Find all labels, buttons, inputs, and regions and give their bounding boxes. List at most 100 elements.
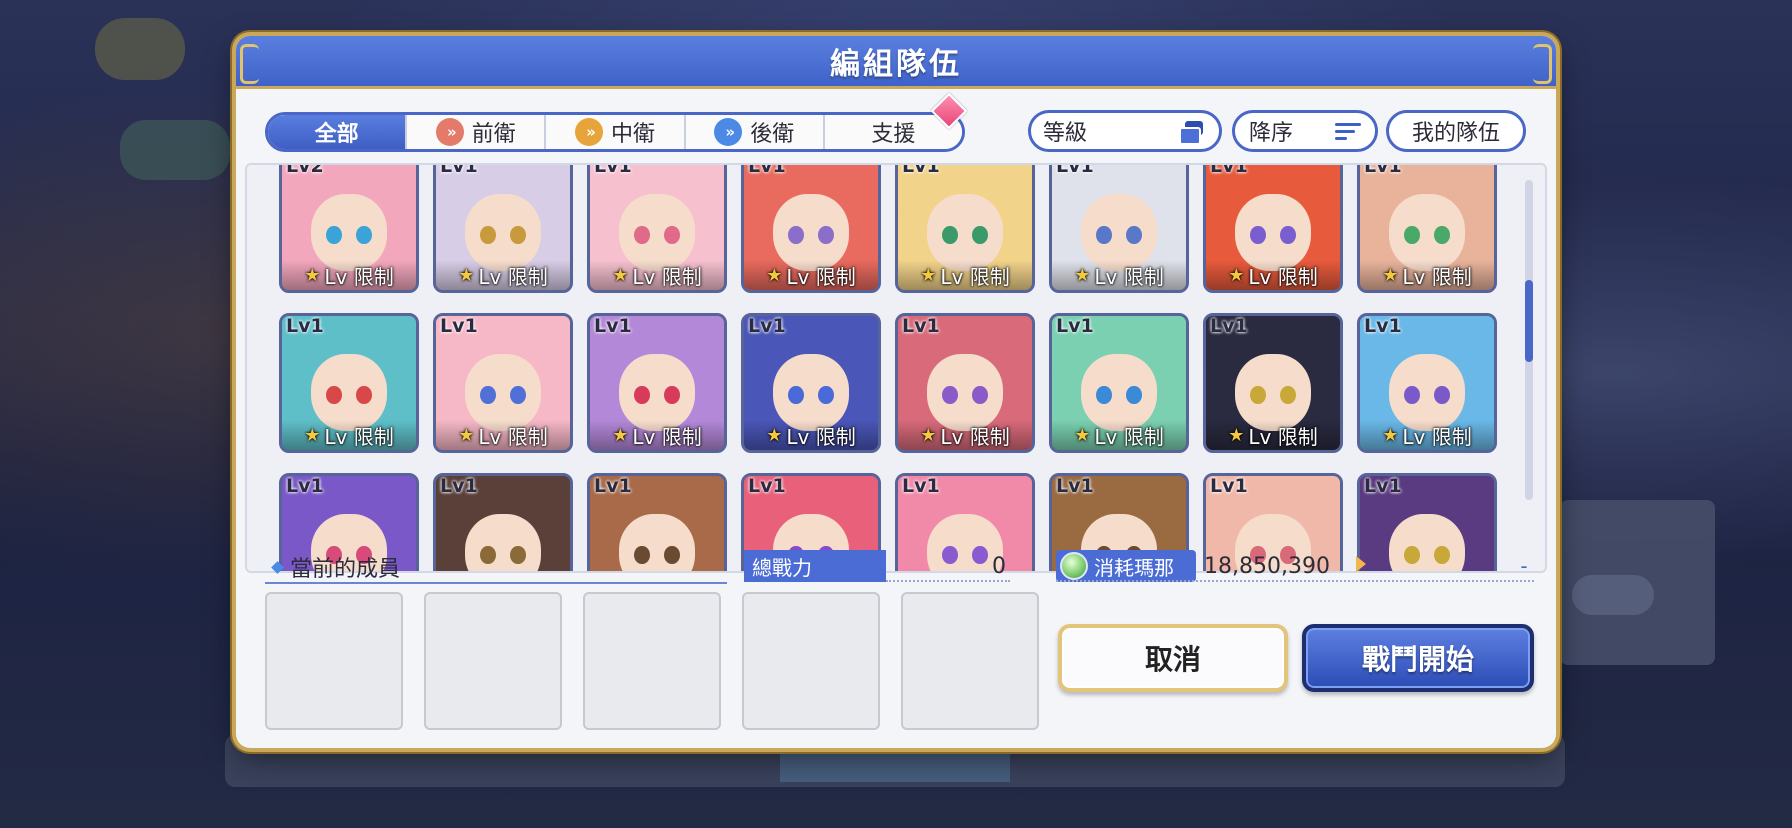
level-limit-banner: ★ Lv 限制 (436, 260, 570, 290)
character-card[interactable]: Lv1 ★ Lv 限制 (1357, 165, 1497, 293)
character-card[interactable]: Lv1 ★ Lv 限制 (895, 165, 1035, 293)
character-card[interactable]: Lv1 ★ Lv 限制 (1049, 163, 1189, 293)
cancel-button[interactable]: 取消 (1058, 624, 1288, 692)
level-limit-text: Lv 限制 (1094, 264, 1164, 289)
dialog-title: 編組隊伍 (830, 47, 962, 82)
character-card[interactable]: Lv1 ★ Lv 限制 (433, 165, 573, 293)
sort-options-icon (1179, 121, 1205, 145)
level-limit-text: Lv 限制 (478, 424, 548, 449)
character-level: Lv1 (594, 163, 632, 177)
portrait-eye (971, 385, 988, 405)
star-icon: ★ (1074, 264, 1091, 286)
sort-descending-icon (1335, 122, 1361, 140)
level-limit-banner: ★ Lv 限制 (1206, 420, 1340, 450)
character-level: Lv1 (1056, 315, 1094, 337)
background-bottom-menu-highlight (780, 742, 1010, 782)
level-limit-banner: ★ Lv 限制 (898, 260, 1032, 290)
tab-back[interactable]: » 後衛 (685, 115, 825, 149)
character-card[interactable]: Lv1 ★ Lv 限制 (587, 163, 727, 293)
level-limit-text: Lv 限制 (632, 264, 702, 289)
character-level: Lv1 (748, 475, 786, 497)
character-card[interactable]: Lv2 ★ Lv 限制 (279, 163, 419, 293)
star-icon: ★ (920, 424, 937, 446)
character-card[interactable]: Lv1 ★ Lv 限制 (741, 313, 881, 453)
character-level: Lv1 (1210, 475, 1248, 497)
mana-cost-label-box: 消耗瑪那 (1056, 550, 1196, 582)
character-level: Lv2 (286, 163, 324, 177)
front-position-icon: » (435, 118, 464, 146)
corner-ornament-left (240, 44, 259, 84)
level-limit-text: Lv 限制 (324, 264, 394, 289)
team-formation-dialog: 編組隊伍 全部 » 前衛 » 中衛 » 後衛 支援 等級 降序 我的隊伍 Lv2… (236, 36, 1556, 748)
portrait-eye (663, 225, 680, 245)
tab-middle-label: 中衛 (611, 122, 656, 147)
level-limit-text: Lv 限制 (632, 424, 702, 449)
sort-by-label: 等級 (1043, 121, 1088, 146)
character-card[interactable]: Lv1 ★ Lv 限制 (279, 313, 419, 453)
character-card[interactable]: Lv1 ★ Lv 限制 (1203, 163, 1343, 293)
member-slot-1[interactable] (265, 592, 403, 730)
cancel-button-label: 取消 (1144, 643, 1201, 676)
level-limit-banner: ★ Lv 限制 (282, 260, 416, 290)
character-list[interactable]: Lv2 ★ Lv 限制 Lv1 ★ Lv 限制 Lv1 ★ Lv 限制 Lv1 ★ Lv 限制 Lv1 ★… (245, 163, 1547, 573)
level-limit-banner: ★ Lv 限制 (744, 420, 878, 450)
mana-cost-value: 18,850,390 (1204, 553, 1330, 579)
member-slot-5[interactable] (901, 592, 1039, 730)
star-icon: ★ (612, 264, 629, 286)
level-limit-text: Lv 限制 (1402, 424, 1472, 449)
level-limit-banner: ★ Lv 限制 (590, 260, 724, 290)
character-card[interactable]: Lv1 ★ Lv 限制 (1357, 313, 1497, 453)
character-level: Lv1 (1056, 163, 1094, 177)
dialog-title-bar: 編組隊伍 (236, 36, 1556, 89)
star-icon: ★ (920, 264, 937, 286)
star-icon: ★ (1228, 264, 1245, 286)
portrait-eye (817, 385, 834, 405)
tab-middle[interactable]: » 中衛 (546, 115, 686, 149)
level-limit-banner: ★ Lv 限制 (1052, 420, 1186, 450)
portrait-eye (509, 385, 526, 405)
character-level: Lv1 (902, 315, 940, 337)
character-level: Lv1 (1364, 475, 1402, 497)
portrait-eye (1433, 225, 1450, 245)
total-power-underline (886, 580, 1010, 582)
start-battle-button[interactable]: 戰鬥開始 (1302, 624, 1534, 692)
level-limit-text: Lv 限制 (1248, 424, 1318, 449)
member-slot-4[interactable] (742, 592, 880, 730)
scrollbar-thumb[interactable] (1525, 280, 1533, 362)
start-battle-button-label: 戰鬥開始 (1361, 643, 1474, 676)
sort-order-button[interactable]: 降序 (1232, 110, 1378, 152)
character-level: Lv1 (286, 315, 324, 337)
level-limit-text: Lv 限制 (1094, 424, 1164, 449)
character-card[interactable]: Lv1 ★ Lv 限制 (433, 313, 573, 453)
mana-arrow-icon (1356, 556, 1366, 572)
mana-underline (1056, 580, 1534, 582)
portrait-eye (1433, 385, 1450, 405)
character-list-scrollbar[interactable] (1525, 180, 1533, 500)
total-power-label: 總戰力 (744, 550, 886, 582)
member-slot-3[interactable] (583, 592, 721, 730)
level-limit-text: Lv 限制 (940, 424, 1010, 449)
tab-front[interactable]: » 前衛 (407, 115, 547, 149)
star-icon: ★ (766, 264, 783, 286)
character-card[interactable]: Lv1 (1357, 473, 1497, 571)
portrait-eye (1279, 225, 1296, 245)
background-side-button (1572, 575, 1654, 615)
tab-all[interactable]: 全部 (268, 115, 408, 149)
character-card[interactable]: Lv1 ★ Lv 限制 (895, 313, 1035, 453)
portrait-eye (1279, 385, 1296, 405)
sort-by-level-button[interactable]: 等級 (1028, 110, 1222, 152)
portrait-eye (355, 385, 372, 405)
my-team-button[interactable]: 我的隊伍 (1386, 110, 1526, 152)
member-slot-2[interactable] (424, 592, 562, 730)
level-limit-text: Lv 限制 (940, 264, 1010, 289)
character-card[interactable]: Lv1 ★ Lv 限制 (1203, 313, 1343, 453)
portrait-eye (663, 385, 680, 405)
character-card[interactable]: Lv1 ★ Lv 限制 (587, 313, 727, 453)
character-card[interactable]: Lv1 ★ Lv 限制 (1049, 313, 1189, 453)
character-card[interactable]: Lv1 ★ Lv 限制 (741, 165, 881, 293)
portrait-eye (971, 225, 988, 245)
level-limit-banner: ★ Lv 限制 (1360, 260, 1494, 290)
star-icon: ★ (458, 264, 475, 286)
character-level: Lv1 (1210, 315, 1248, 337)
character-level: Lv1 (1210, 163, 1248, 177)
